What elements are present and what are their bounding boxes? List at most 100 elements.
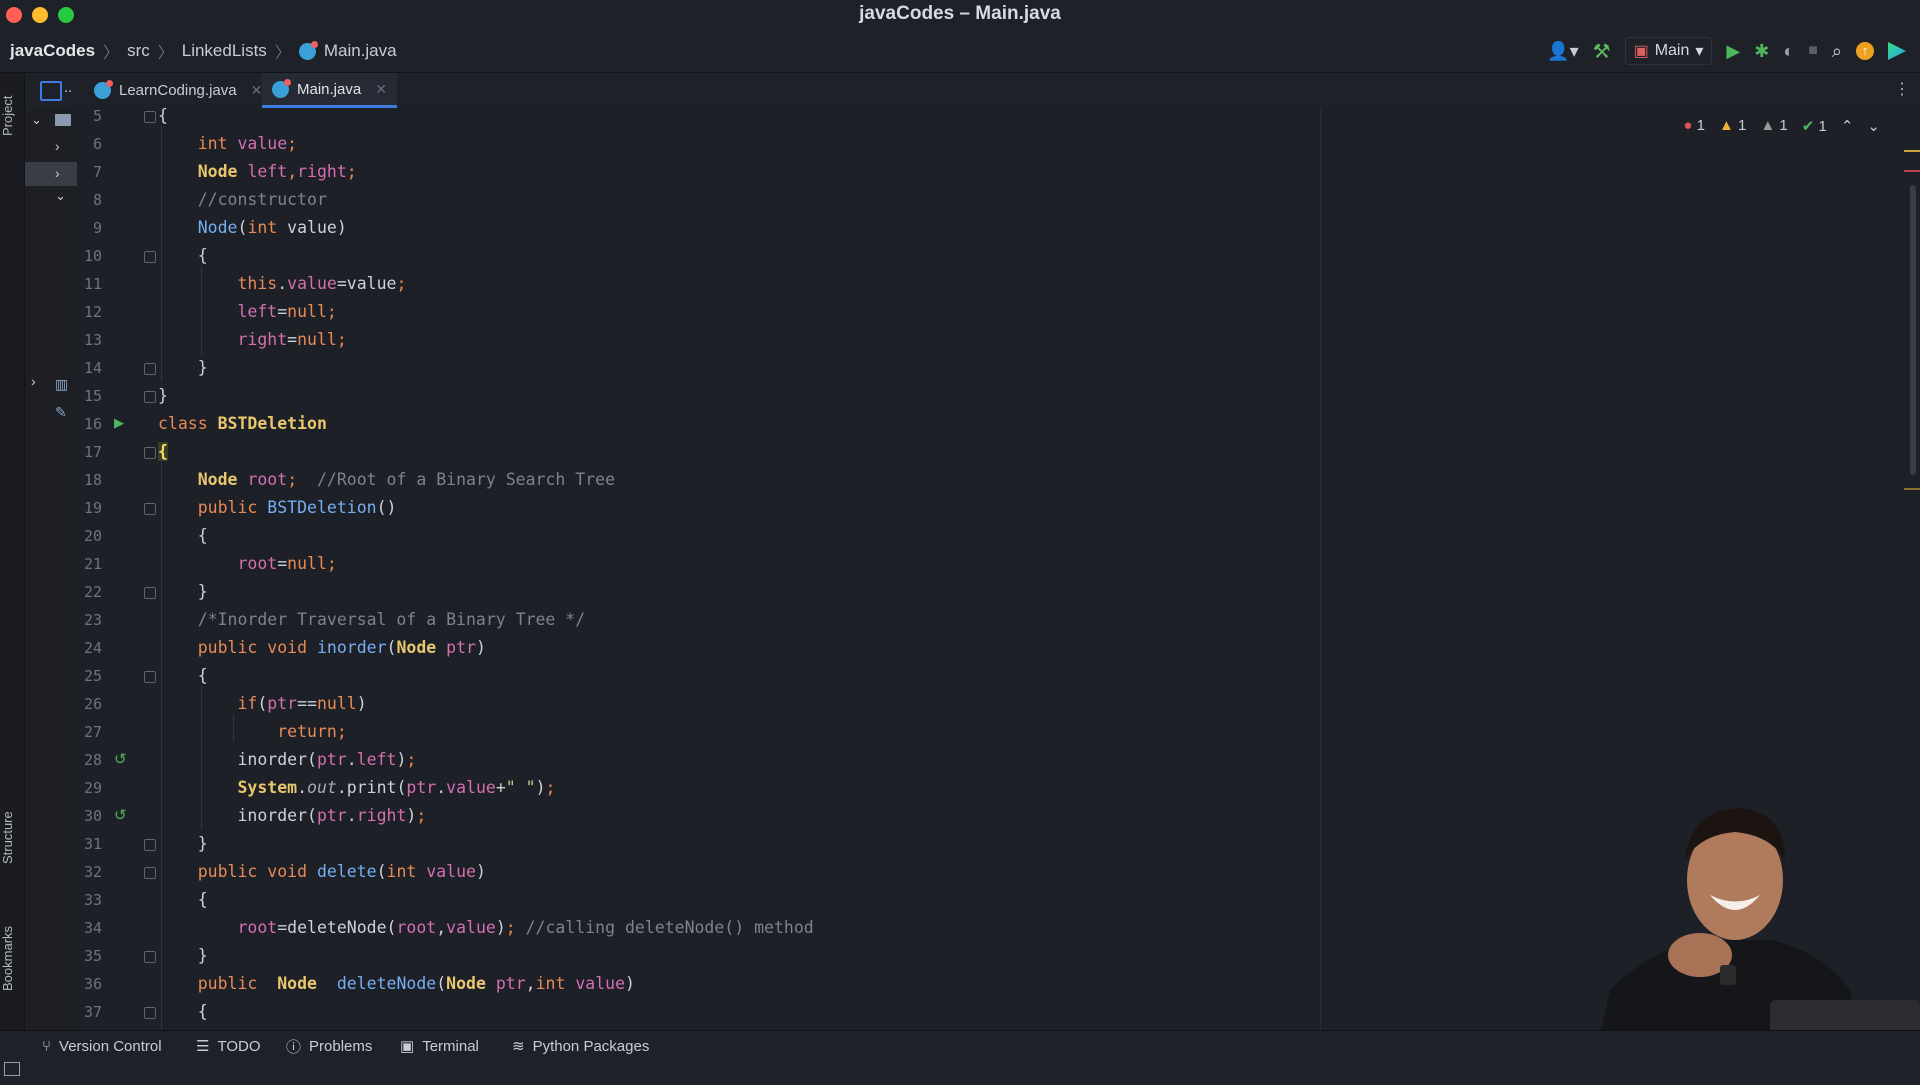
breadcrumb: javaCodes 〉 src 〉 LinkedLists 〉 Main.jav… [10, 30, 397, 72]
code-line-12: left=null; [237, 302, 337, 321]
fold-marker[interactable] [144, 447, 156, 459]
close-tab-icon[interactable]: ✕ [251, 82, 263, 99]
java-class-icon [94, 80, 113, 99]
fold-marker[interactable] [144, 363, 156, 375]
stop-icon[interactable]: ■ [1808, 42, 1818, 60]
run-config-label: Main [1654, 42, 1690, 59]
coverage-icon[interactable]: ◐ [1783, 41, 1794, 62]
tool-version-control[interactable]: ⑂ Version Control [42, 1031, 162, 1061]
error-stripe [1904, 150, 1920, 164]
indent-guide [161, 126, 162, 382]
build-hammer-icon[interactable]: ⚒ [1593, 39, 1611, 64]
chevron-down-icon: ▾ [1695, 43, 1704, 60]
more-options-icon[interactable]: ⋮ [1894, 79, 1910, 99]
line-number: 8 [92, 191, 102, 209]
code-line-36: public Node deleteNode(Node ptr,int valu… [197, 974, 635, 993]
line-number: 19 [83, 499, 102, 517]
breadcrumb-project[interactable]: javaCodes [10, 41, 95, 61]
list-icon: ☰ [196, 1038, 210, 1055]
error-stripe-mark [1904, 170, 1920, 172]
code-line-22: } [158, 582, 208, 601]
code-line-27: return; [277, 722, 347, 741]
code-line-14: } [158, 358, 208, 377]
close-tab-icon[interactable]: ✕ [375, 81, 387, 98]
inspection-widget[interactable]: ● 1 ▲ 1 ▲ 1 ✔ 1 ⌃ ⌄ [1683, 117, 1880, 135]
line-number: 20 [83, 527, 102, 545]
fold-marker[interactable] [144, 587, 156, 599]
tool-python-packages[interactable]: ≋ Python Packages [512, 1031, 649, 1061]
tool-label: TODO [217, 1037, 261, 1055]
fold-marker[interactable] [144, 839, 156, 851]
code-line-8: //constructor [197, 190, 327, 209]
line-number: 18 [83, 471, 102, 489]
check-icon: ✔ [1801, 118, 1815, 135]
error-count[interactable]: ● 1 [1683, 117, 1705, 135]
tool-terminal[interactable]: ▣ Terminal [400, 1031, 479, 1061]
project-view-label: .. [64, 79, 73, 96]
vertical-scrollbar[interactable] [1910, 185, 1916, 475]
indent-guide [201, 686, 202, 830]
line-number: 22 [83, 583, 102, 601]
line-number: 33 [83, 891, 102, 909]
line-number: 10 [83, 247, 102, 265]
update-icon[interactable]: ↑ [1856, 42, 1874, 60]
fold-marker[interactable] [144, 867, 156, 879]
chevron-down-icon[interactable]: ⌄ [1867, 117, 1880, 135]
line-number: 30 [83, 807, 102, 825]
run-icon[interactable]: ▶ [1726, 41, 1740, 62]
fold-marker[interactable] [144, 1007, 156, 1019]
line-number: 7 [92, 163, 102, 181]
recursive-call-icon: ↺ [114, 807, 127, 824]
fold-marker[interactable] [144, 391, 156, 403]
code-line-18: Node root; //Root of a Binary Search Tre… [197, 470, 616, 489]
fold-marker[interactable] [144, 251, 156, 263]
weak-warning-count[interactable]: ▲ 1 [1760, 117, 1787, 135]
code-line-17: { [158, 442, 168, 461]
warning-icon: ▲ [1719, 117, 1734, 134]
warning-count-value: 1 [1738, 117, 1747, 134]
code-line-26: if(ptr==null) [237, 694, 367, 713]
line-number: 26 [83, 695, 102, 713]
code-line-19: public BSTDeletion() [197, 498, 397, 517]
code-line-28: inorder(ptr.left); [158, 750, 417, 769]
line-number: 12 [83, 303, 102, 321]
breadcrumb-file[interactable]: Main.java [324, 41, 397, 61]
line-number: 21 [83, 555, 102, 573]
warning-count[interactable]: ▲ 1 [1719, 117, 1746, 135]
tool-problems[interactable]: ⓘ Problems [286, 1031, 372, 1061]
search-icon[interactable]: ⌕ [1832, 41, 1842, 62]
typo-count[interactable]: ✔ 1 [1802, 117, 1827, 135]
tool-label: Version Control [59, 1037, 162, 1055]
code-line-13: right=null; [237, 330, 347, 349]
project-view-icon[interactable] [40, 81, 62, 101]
jetbrains-logo-icon[interactable] [1888, 42, 1906, 60]
fold-marker[interactable] [144, 671, 156, 683]
run-gutter-icon[interactable]: ▶ [114, 415, 124, 431]
info-icon: ⓘ [286, 1038, 302, 1056]
tool-todo[interactable]: ☰ TODO [196, 1031, 261, 1061]
line-number: 13 [83, 331, 102, 349]
chevron-right-icon: 〉 [157, 45, 174, 62]
fold-marker[interactable] [144, 111, 156, 123]
chevron-up-icon[interactable]: ⌃ [1841, 117, 1854, 135]
fold-marker[interactable] [144, 503, 156, 515]
code-line-30: inorder(ptr.right); [158, 806, 427, 825]
line-number: 31 [83, 835, 102, 853]
line-number: 36 [83, 975, 102, 993]
code-line-24: public void inorder(Node ptr) [197, 638, 486, 657]
user-icon[interactable]: 👤▾ [1547, 41, 1578, 62]
status-panel-icon[interactable] [4, 1062, 20, 1076]
line-number: 37 [83, 1003, 102, 1021]
code-line-32: public void delete(int value) [197, 862, 486, 881]
breadcrumb-src[interactable]: src [127, 41, 150, 61]
run-config-select[interactable]: ▣ Main ▾ [1624, 37, 1713, 65]
indent-guide [201, 266, 202, 354]
java-class-icon [298, 40, 318, 60]
code-area[interactable]: 5 6 7 8 9 10 11 12 13 14 15 16 17 18 19 20 21 22 23 24 25 26 2… [0, 102, 1320, 1030]
fold-marker[interactable] [144, 951, 156, 963]
breadcrumb-linkedlists[interactable]: LinkedLists [182, 41, 267, 61]
debug-icon[interactable]: ✱ [1754, 41, 1769, 62]
code-line-7: Node left,right; [197, 162, 357, 181]
bottom-tool-bar: ⑂ Version Control ☰ TODO ⓘ Problems ▣ Termin… [0, 1030, 1920, 1081]
window-title: javaCodes – Main.java [859, 3, 1061, 24]
